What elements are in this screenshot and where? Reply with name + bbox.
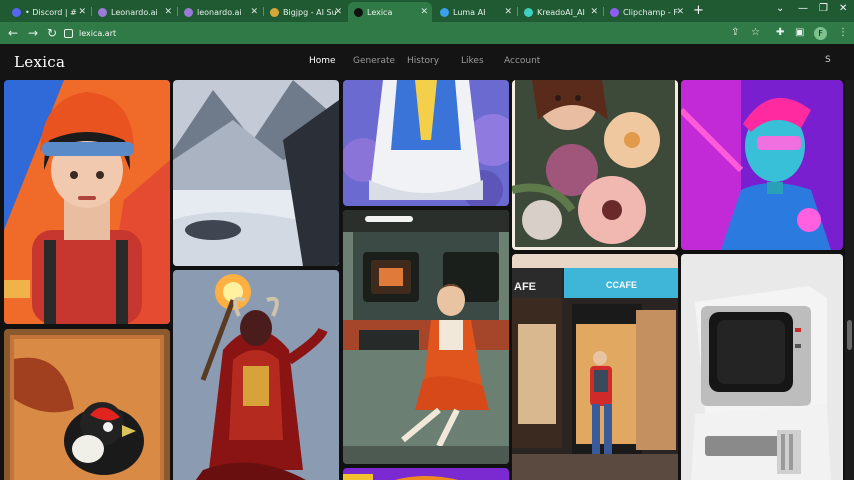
tab-clipchamp[interactable]: Clipchamp - F ✕ [604,2,688,22]
close-tab-icon[interactable]: ✕ [164,7,172,17]
reload-icon[interactable]: ↻ [47,26,57,40]
luma-favicon-icon [440,7,449,17]
site-info-icon[interactable] [64,28,73,38]
gallery-image-neon-cyberpunk[interactable] [681,80,843,250]
tab-bigjpg[interactable]: Bigjpg - AI Su ✕ [264,2,346,22]
menu-icon[interactable]: ⋮ [838,27,848,38]
gallery-image-bird[interactable] [4,329,170,480]
tab-leonardo-2[interactable]: leonardo.ai ✕ [178,2,262,22]
forward-icon[interactable]: → [28,26,38,40]
tab-title: Lexica [367,7,393,17]
browser-toolbar: ← → ↻ lexica.art ⇪ ☆ ✚ ▣ ⋮ [0,22,854,44]
new-tab-button[interactable]: + [693,3,704,18]
nav-account[interactable]: Account [504,56,540,66]
tab-title: Luma AI [453,7,486,17]
cafe-sign-left: AFE [514,281,536,293]
profile-avatar[interactable]: F [814,27,827,40]
user-avatar[interactable]: S [825,55,831,65]
tab-title: leonardo.ai [197,7,242,17]
share-icon[interactable]: ⇪ [731,27,739,38]
gallery-image-abstract-shapes[interactable] [343,468,509,480]
close-tab-icon[interactable]: ✕ [590,7,598,17]
clipchamp-favicon-icon [610,7,619,17]
cafe-sign-right: CCAFE [606,280,637,290]
star-icon[interactable]: ☆ [751,27,760,38]
close-tab-icon[interactable]: ✕ [334,7,342,17]
gallery-image-princess[interactable] [343,80,509,206]
scrollbar-thumb[interactable] [847,320,852,350]
nav-likes[interactable]: Likes [461,56,484,66]
url-text: lexica.art [79,28,117,38]
tab-lexica[interactable]: Lexica ✕ [348,2,432,22]
close-tab-icon[interactable]: ✕ [420,7,428,17]
tab-title: Clipchamp - F [623,7,678,17]
gallery-image-snowy-landscape[interactable] [173,80,339,266]
gallery-image-retro-woman-computer[interactable] [343,210,509,464]
page-scrollbar[interactable] [845,80,854,480]
extensions-icon[interactable]: ✚ [776,27,784,38]
gallery-image-woman-flowers[interactable] [512,80,678,250]
lexica-page: Lexica Home Generate History Likes Accou… [0,44,854,480]
nav-history[interactable]: History [407,56,439,66]
tab-discord[interactable]: • Discord | # ✕ [6,2,90,22]
tab-luma[interactable]: Luma AI ✕ [434,2,516,22]
gallery-image-retro-computer[interactable] [681,254,843,480]
lexica-favicon-icon [354,7,363,17]
close-tab-icon[interactable]: ✕ [78,7,86,17]
back-icon[interactable]: ← [8,26,18,40]
tab-search-icon[interactable]: ⌄ [776,3,784,14]
leonardo-favicon-icon [184,7,193,17]
tab-title: • Discord | # [25,7,77,17]
close-icon[interactable]: ✕ [839,3,847,14]
tab-title: Leonardo.ai [111,7,158,17]
tab-strip: • Discord | # ✕ Leonardo.ai ✕ leonardo.a… [0,0,854,22]
tab-kreado[interactable]: KreadoAI_AI ✕ [518,2,602,22]
close-tab-icon[interactable]: ✕ [250,7,258,17]
gallery-image-demon-warrior[interactable] [173,270,339,480]
nav-generate[interactable]: Generate [353,56,395,66]
kreado-favicon-icon [524,7,533,17]
tab-leonardo[interactable]: Leonardo.ai ✕ [92,2,176,22]
site-header: Lexica Home Generate History Likes Accou… [0,44,854,80]
discord-favicon-icon [12,7,21,17]
close-tab-icon[interactable]: ✕ [504,7,512,17]
maximize-icon[interactable]: ❐ [819,3,828,14]
tab-title: Bigjpg - AI Su [283,7,337,17]
close-tab-icon[interactable]: ✕ [676,7,684,17]
gallery-image-firefighter[interactable] [4,80,170,324]
address-bar[interactable]: lexica.art [64,25,774,41]
gallery-image-cafe-storefront[interactable]: AFE CCAFE [512,254,678,480]
minimize-icon[interactable]: — [798,3,808,14]
bigjpg-favicon-icon [270,7,279,17]
site-logo[interactable]: Lexica [14,53,65,71]
nav-home[interactable]: Home [309,56,336,66]
tab-title: KreadoAI_AI [537,7,585,17]
leonardo-favicon-icon [98,7,107,17]
sidebar-icon[interactable]: ▣ [795,27,804,38]
